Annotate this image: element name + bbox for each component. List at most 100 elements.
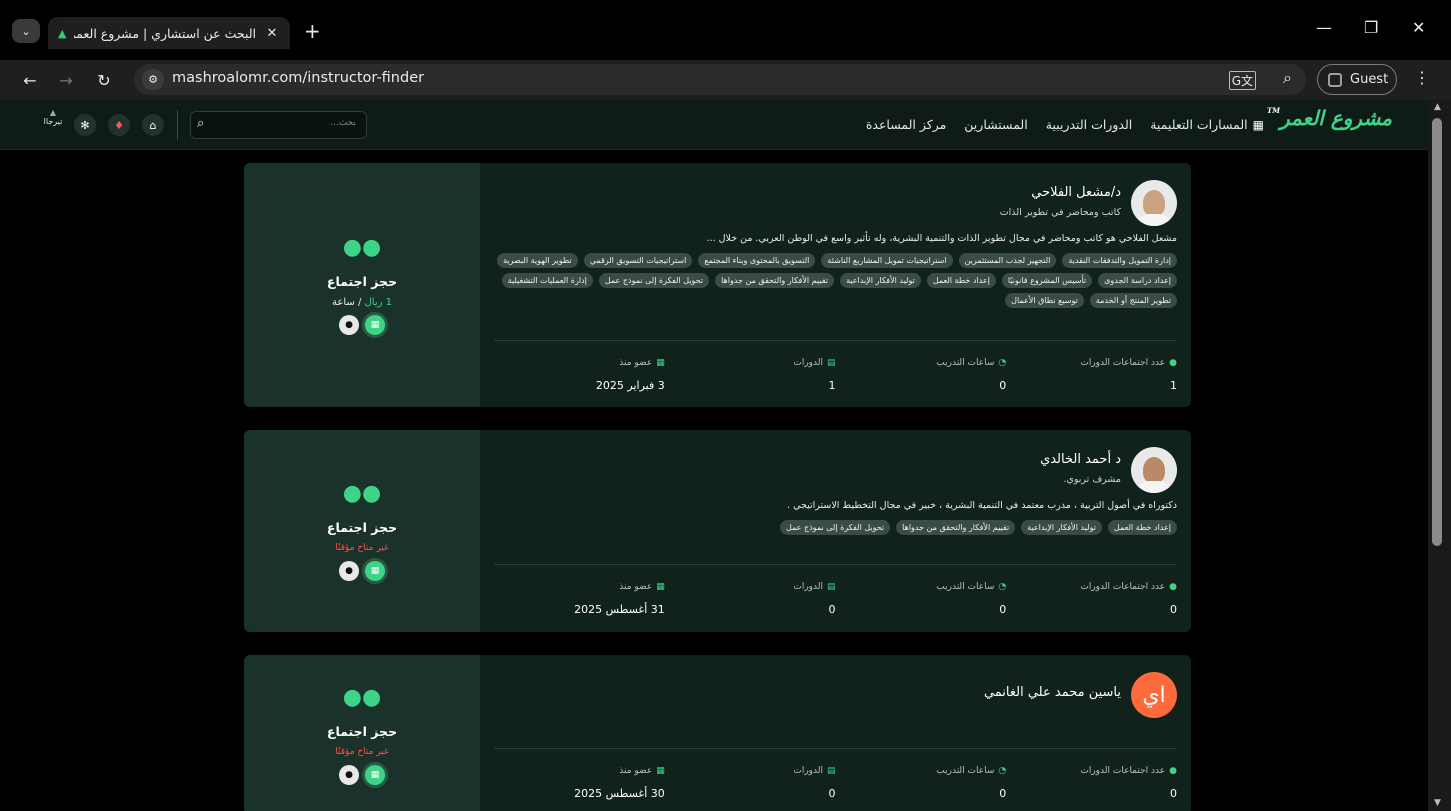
consultant-name[interactable]: د/مشعل الفلاحي [1031, 185, 1121, 200]
consultant-info: اي ياسين محمد علي الغانمي ● عدد اجتماعات … [480, 655, 1191, 811]
site-logo[interactable]: مشروع العمرTM [1267, 106, 1392, 130]
tab-close-icon[interactable]: ✕ [264, 26, 280, 41]
booking-title: حجز اجتماع [326, 724, 398, 739]
calendar-book-button[interactable]: ▦ [365, 561, 385, 581]
back-icon[interactable]: ← [16, 66, 44, 94]
consultant-bio: دكتوراه في أصول التربية ، مدرب معتمد في … [787, 500, 1177, 511]
site-info-icon[interactable]: ⚙ [142, 69, 164, 90]
skill-tag: إعداد خطة العمل [926, 273, 996, 288]
calendar-book-button[interactable]: ▦ [365, 765, 385, 785]
new-tab-button[interactable]: + [304, 19, 321, 43]
skill-tag: إعداد خطة العمل [1107, 520, 1177, 535]
stats-divider [494, 564, 1177, 565]
booking-title: حجز اجتماع [326, 274, 398, 289]
nav-courses[interactable]: الدورات التدريبية [1046, 117, 1133, 132]
page-scrollbar[interactable]: ▲ ▼ [1428, 100, 1451, 811]
zoom-icon[interactable]: ⌕ [1283, 68, 1292, 88]
skill-tags: إدارة التمويل والتدفقات النقدية التجهيز … [492, 253, 1177, 308]
skill-tag: تقييم الأفكار والتحقق من جدواها [715, 273, 835, 288]
browser-tab-bar: ⌄ ▲ البحث عن استشاري | مشروع العمر ✕ + —… [0, 0, 1451, 60]
stat-member-since: ▦ عضو منذ 3 فبراير 2025 [595, 358, 665, 392]
minimize-icon[interactable]: — [1316, 18, 1332, 37]
search-icon[interactable]: ⌕ [197, 116, 204, 131]
menu-kebab-icon[interactable]: ⋮ [1414, 68, 1430, 87]
skill-tag: توسيع نطاق الأعمال [1005, 293, 1084, 308]
profile-button[interactable]: Guest [1317, 64, 1397, 95]
tab-search-chevron-icon[interactable]: ⌄ [12, 19, 40, 43]
stat-meetings: ● عدد اجتماعات الدورات 0 [1080, 766, 1177, 800]
url-text[interactable]: mashroalomr.com/instructor-finder [172, 70, 424, 86]
omnibox[interactable]: ⚙ mashroalomr.com/instructor-finder G文 ⌕ [134, 64, 1306, 95]
consultant-card: ●● حجز اجتماع 1 ريال / ساعة ● ▦ د/مشعل ا… [244, 163, 1191, 407]
booking-unavailable: غير متاح مؤقتًا [335, 543, 389, 553]
chat-bubbles-icon: ●● [342, 481, 382, 506]
skill-tag: تقييم الأفكار والتحقق من جدواها [896, 520, 1016, 535]
skill-tag: تأسيس المشروع قانونيًا [1001, 273, 1093, 288]
consultant-avatar[interactable] [1131, 447, 1177, 493]
book-icon: ▤ [826, 766, 836, 776]
chat-bubbles-icon: ●● [342, 685, 382, 710]
close-window-icon[interactable]: ✕ [1412, 18, 1425, 37]
tab-title: البحث عن استشاري | مشروع العمر [74, 25, 256, 41]
consultant-avatar[interactable] [1131, 180, 1177, 226]
stats-row: ● عدد اجتماعات الدورات 1 ◔ ساعات التدريب 0 ▤… [494, 358, 1177, 392]
search-input[interactable] [236, 118, 356, 128]
stats-divider [494, 748, 1177, 749]
consultant-role: مشرف تربوي. [1063, 474, 1121, 485]
skill-tag: تطوير المنتج أو الخدمة [1089, 293, 1177, 308]
user-profile-button[interactable]: ● [339, 315, 359, 335]
stat-courses: ▤ الدورات 0 [793, 766, 836, 800]
nav-consultants[interactable]: المستشارين [964, 117, 1027, 132]
scroll-thumb[interactable] [1432, 118, 1442, 546]
consultant-name[interactable]: ياسين محمد علي الغانمي [984, 685, 1121, 700]
clock-icon: ◔ [998, 582, 1007, 592]
nav-help-center[interactable]: مركز المساعدة [866, 117, 946, 132]
skill-tag: إدارة العمليات التشغيلية [501, 273, 593, 288]
user-profile-button[interactable]: ● [339, 765, 359, 785]
scroll-down-icon[interactable]: ▼ [1434, 798, 1441, 808]
booking-panel: ●● حجز اجتماع غير متاح مؤقتًا ● ▦ [244, 655, 480, 811]
browser-tab-active[interactable]: ▲ البحث عن استشاري | مشروع العمر ✕ [48, 17, 290, 49]
profile-label: Guest [1350, 72, 1389, 87]
nav-learning-paths[interactable]: ▦المسارات التعليمية [1150, 117, 1264, 132]
page-viewport: مشروع العمرTM ▦المسارات التعليمية الدورا… [0, 100, 1451, 811]
consultant-card: ●● حجز اجتماع غير متاح مؤقتًا ● ▦ اي ياس… [244, 655, 1191, 811]
stat-training-hours: ◔ ساعات التدريب 0 [936, 766, 1007, 800]
consultant-info: د/مشعل الفلاحي كاتب ومحاضر في تطوير الذا… [480, 163, 1191, 407]
calendar-icon: ▦ [656, 766, 665, 776]
restore-icon[interactable]: ❐ [1364, 18, 1378, 37]
bell-icon[interactable]: ♦ [108, 114, 130, 136]
stat-member-since: ▦ عضو منذ 31 أغسطس 2025 [574, 582, 665, 616]
clock-icon: ◔ [998, 766, 1007, 776]
consultant-avatar-letter[interactable]: اي [1131, 672, 1177, 718]
stat-training-hours: ◔ ساعات التدريب 0 [936, 582, 1007, 616]
address-bar: ← → ↻ ⚙ mashroalomr.com/instructor-finde… [0, 60, 1451, 100]
skill-tag: تحويل الفكرة إلى نموذج عمل [779, 520, 891, 535]
skill-tags: إعداد خطة العمل توليد الأفكار الإبداعية … [492, 520, 1177, 535]
theme-toggle-icon[interactable]: ✻ [74, 114, 96, 136]
scroll-up-icon[interactable]: ▲ [1434, 102, 1441, 112]
stats-row: ● عدد اجتماعات الدورات 0 ◔ ساعات التدريب 0 ▤… [494, 766, 1177, 800]
calendar-book-button[interactable]: ▦ [365, 315, 385, 335]
chat-bubbles-icon: ●● [342, 235, 382, 260]
user-avatar[interactable]: ▲ تيرجاا [40, 108, 66, 126]
reload-icon[interactable]: ↻ [90, 66, 118, 94]
book-icon: ▤ [826, 582, 836, 592]
translate-icon[interactable]: G文 [1228, 71, 1256, 90]
booking-title: حجز اجتماع [326, 520, 398, 535]
cart-icon[interactable]: ⌂ [142, 114, 164, 136]
stat-courses: ▤ الدورات 1 [793, 358, 836, 392]
forward-icon[interactable]: → [52, 66, 80, 94]
chat-icon: ● [1169, 766, 1177, 776]
stat-meetings: ● عدد اجتماعات الدورات 1 [1080, 358, 1177, 392]
site-favicon-icon: ▲ [58, 26, 67, 40]
search-box: ⌕ [190, 111, 367, 139]
clock-icon: ◔ [998, 358, 1007, 368]
skill-tag: إعداد دراسة الجدوى [1098, 273, 1177, 288]
consultant-card: ●● حجز اجتماع غير متاح مؤقتًا ● ▦ د أحمد… [244, 430, 1191, 632]
skill-tag: التجهيز لجذب المستثمرين [958, 253, 1057, 268]
user-profile-button[interactable]: ● [339, 561, 359, 581]
booking-unavailable: غير متاح مؤقتًا [335, 747, 389, 757]
consultant-name[interactable]: د أحمد الخالدي [1040, 452, 1121, 467]
booking-panel: ●● حجز اجتماع غير متاح مؤقتًا ● ▦ [244, 430, 480, 632]
